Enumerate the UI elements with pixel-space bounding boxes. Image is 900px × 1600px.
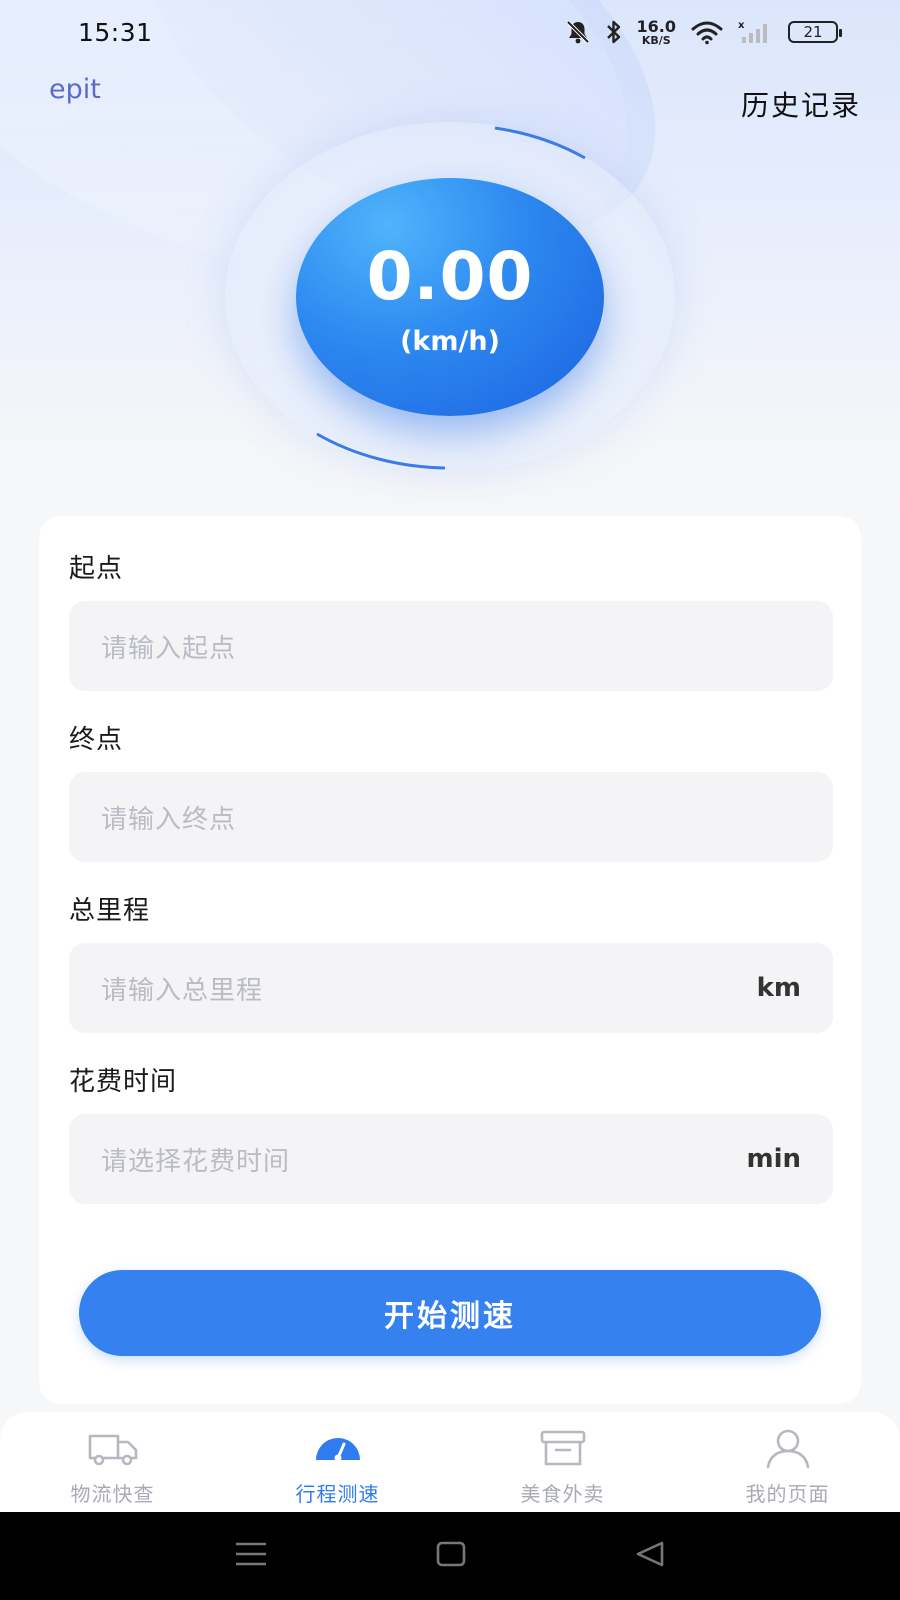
end-label: 终点: [69, 725, 124, 755]
history-button[interactable]: 历史记录: [741, 84, 861, 124]
home-icon[interactable]: [435, 1540, 467, 1572]
start-speed-test-button[interactable]: 开始测速: [79, 1270, 821, 1356]
tab-label: 美食外卖: [520, 1482, 605, 1506]
bluetooth-icon: [605, 19, 623, 45]
tab-food-delivery[interactable]: 美食外卖: [450, 1412, 675, 1512]
duration-label: 花费时间: [69, 1067, 178, 1097]
duration-unit: min: [746, 1144, 801, 1174]
app-label: epit: [49, 74, 101, 105]
tab-label: 我的页面: [745, 1482, 830, 1506]
wifi-icon: [690, 19, 724, 45]
box-icon: [535, 1428, 591, 1468]
tab-label: 物流快查: [70, 1482, 155, 1506]
network-speed: 16.0 KB/S: [636, 16, 676, 47]
start-label: 起点: [69, 554, 124, 584]
start-placeholder: 请输入起点: [101, 633, 237, 664]
tab-trip-speed[interactable]: 行程测速: [225, 1412, 450, 1512]
system-nav-bar: [0, 1512, 900, 1600]
network-speed-unit: KB/S: [641, 33, 671, 47]
start-input[interactable]: 请输入起点: [69, 601, 833, 691]
end-placeholder: 请输入终点: [101, 804, 237, 835]
mute-bell-icon: [565, 19, 591, 45]
back-icon[interactable]: [634, 1540, 666, 1572]
distance-placeholder: 请输入总里程: [101, 975, 264, 1006]
distance-label: 总里程: [69, 896, 151, 926]
user-icon: [760, 1428, 816, 1468]
trip-form-card: 起点 请输入起点 终点 请输入终点 总里程 请输入总里程 km 花费时间 请选择…: [39, 516, 861, 1404]
status-icons: 16.0 KB/S x 21: [565, 16, 842, 47]
speed-unit: (km/h): [400, 325, 500, 357]
speed-value: 0.00: [366, 237, 534, 315]
status-bar: 15:31 16.0 KB/S x 21: [0, 0, 900, 64]
truck-icon: [85, 1428, 141, 1468]
network-speed-value: 16.0: [636, 16, 676, 36]
duration-placeholder: 请选择花费时间: [101, 1146, 291, 1177]
tab-logistics[interactable]: 物流快查: [0, 1412, 225, 1512]
menu-icon[interactable]: [234, 1540, 268, 1572]
signal-icon: x: [738, 19, 774, 45]
status-time: 15:31: [78, 17, 153, 47]
speed-gauge: 0.00 (km/h): [296, 178, 604, 416]
bottom-tab-bar: 物流快查 行程测速 美食外卖 我的页面: [0, 1412, 900, 1512]
duration-picker[interactable]: 请选择花费时间 min: [69, 1114, 833, 1204]
tab-label: 行程测速: [295, 1482, 380, 1506]
speedometer-icon: [310, 1428, 366, 1468]
svg-text:x: x: [738, 20, 745, 31]
battery-indicator: 21: [788, 21, 842, 43]
distance-unit: km: [756, 973, 801, 1003]
end-input[interactable]: 请输入终点: [69, 772, 833, 862]
tab-my-page[interactable]: 我的页面: [675, 1412, 900, 1512]
distance-input[interactable]: 请输入总里程 km: [69, 943, 833, 1033]
